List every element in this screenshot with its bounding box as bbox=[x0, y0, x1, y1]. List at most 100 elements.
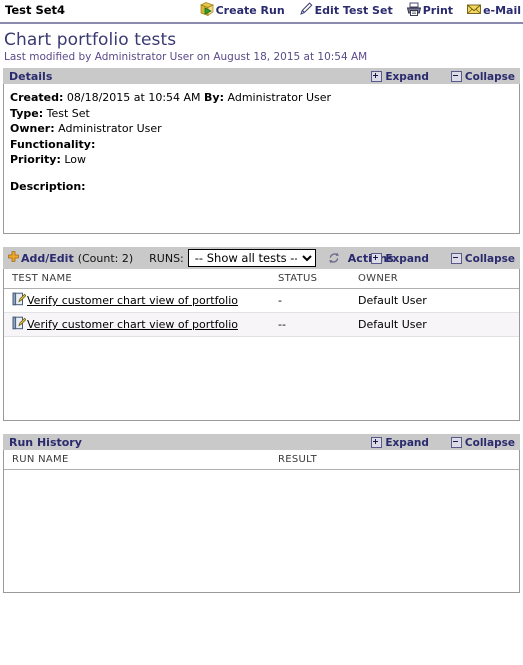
runs-label: RUNS: bbox=[149, 251, 184, 265]
run-history-panel-body: RUN NAME RESULT bbox=[3, 450, 520, 593]
run-history-col-run-name: RUN NAME bbox=[4, 450, 270, 470]
runs-filter-select[interactable]: -- Show all tests -- bbox=[187, 249, 316, 267]
tests-count: (Count: 2) bbox=[77, 251, 134, 265]
table-row[interactable]: Verify customer chart view of portfolio … bbox=[4, 288, 519, 313]
add-edit-label: Add/Edit bbox=[21, 251, 74, 265]
detail-priority-label: Priority: bbox=[10, 153, 61, 166]
detail-priority: Priority: Low bbox=[10, 152, 519, 168]
run-history-expand-button[interactable]: Expand bbox=[371, 437, 429, 449]
collapse-icon bbox=[450, 253, 462, 264]
add-edit-button[interactable]: Add/Edit bbox=[8, 251, 74, 265]
details-panel-controls: Expand Collapse bbox=[371, 68, 515, 85]
tests-collapse-label: Collapse bbox=[464, 252, 515, 265]
toolbar: Create Run Edit Test Set Print e-Mail bbox=[199, 1, 521, 20]
details-collapse-label: Collapse bbox=[464, 70, 515, 83]
tests-panel-body: TEST NAME STATUS OWNER Verify customer c… bbox=[3, 269, 520, 421]
details-panel-body: Created: 08/18/2015 at 10:54 AM By: Admi… bbox=[3, 84, 520, 234]
test-document-icon bbox=[12, 316, 27, 333]
expand-icon bbox=[371, 253, 383, 264]
pencil-icon bbox=[298, 1, 314, 20]
create-run-button[interactable]: Create Run bbox=[199, 1, 285, 20]
test-status-cell: - bbox=[270, 288, 350, 313]
tests-expand-label: Expand bbox=[385, 252, 429, 265]
create-run-label: Create Run bbox=[215, 4, 285, 17]
run-history-collapse-label: Collapse bbox=[464, 436, 515, 449]
run-history-collapse-button[interactable]: Collapse bbox=[450, 436, 515, 449]
collapse-icon bbox=[450, 437, 462, 448]
tests-table: TEST NAME STATUS OWNER Verify customer c… bbox=[4, 269, 519, 337]
run-history-col-result: RESULT bbox=[270, 450, 519, 470]
tests-col-status: STATUS bbox=[270, 269, 350, 289]
detail-description: Description: bbox=[10, 179, 519, 195]
detail-createdby-label: By: bbox=[204, 91, 225, 104]
bottom-spacer bbox=[0, 593, 523, 601]
detail-type-label: Type: bbox=[10, 106, 44, 120]
details-expand-button[interactable]: Expand bbox=[371, 71, 429, 83]
tests-collapse-button[interactable]: Collapse bbox=[450, 252, 515, 265]
run-history-expand-label: Expand bbox=[385, 436, 429, 449]
run-history-header-row: RUN NAME RESULT bbox=[4, 450, 519, 470]
tests-table-header-row: TEST NAME STATUS OWNER bbox=[4, 269, 519, 289]
run-history-panel-controls: Expand Collapse bbox=[371, 434, 515, 451]
test-document-icon bbox=[12, 292, 27, 309]
refresh-icon[interactable] bbox=[327, 251, 341, 265]
create-run-icon bbox=[199, 1, 215, 20]
tests-panel-header: Add/Edit (Count: 2) RUNS: -- Show all te… bbox=[3, 246, 520, 269]
run-history-panel-header: Run History Expand Collapse bbox=[3, 433, 520, 450]
collapse-icon bbox=[450, 71, 462, 82]
table-row[interactable]: Verify customer chart view of portfolio … bbox=[4, 312, 519, 337]
detail-created-label: Created: bbox=[10, 91, 64, 104]
details-header-label: Details bbox=[9, 69, 53, 83]
test-name-cell: Verify customer chart view of portfolio bbox=[4, 288, 270, 313]
run-history-panel: Run History Expand Collapse RUN NAME RES… bbox=[3, 433, 520, 593]
test-name-link[interactable]: Verify customer chart view of portfolio bbox=[27, 318, 238, 331]
envelope-icon bbox=[466, 1, 482, 20]
print-label: Print bbox=[422, 4, 454, 17]
edit-test-set-button[interactable]: Edit Test Set bbox=[298, 1, 393, 20]
details-collapse-button[interactable]: Collapse bbox=[450, 70, 515, 83]
detail-priority-value: Low bbox=[64, 153, 87, 166]
page-title: Chart portfolio tests bbox=[4, 30, 177, 50]
detail-owner: Owner: Administrator User bbox=[10, 121, 519, 137]
detail-owner-value: Administrator User bbox=[58, 122, 162, 135]
top-bar: Test Set4 Create Run Edit Test Set Print… bbox=[0, 0, 523, 24]
tests-expand-button[interactable]: Expand bbox=[371, 253, 429, 265]
test-name-cell: Verify customer chart view of portfolio bbox=[4, 312, 270, 337]
test-name-link[interactable]: Verify customer chart view of portfolio bbox=[27, 294, 238, 307]
detail-createdby-value: Administrator User bbox=[227, 91, 332, 104]
plus-icon bbox=[8, 251, 19, 265]
test-status-cell: -- bbox=[270, 312, 350, 337]
run-history-table: RUN NAME RESULT bbox=[4, 450, 519, 470]
page-header: Chart portfolio tests Last modified by A… bbox=[0, 24, 523, 67]
detail-type-value: Test Set bbox=[46, 106, 90, 120]
panel-separator-2 bbox=[0, 421, 523, 433]
detail-created: Created: 08/18/2015 at 10:54 AM By: Admi… bbox=[10, 90, 519, 106]
expand-icon bbox=[371, 71, 383, 82]
detail-functionality-label: Functionality: bbox=[10, 137, 96, 151]
page-subtitle: Last modified by Administrator User on A… bbox=[4, 51, 368, 63]
details-panel-header: Details Expand Collapse bbox=[3, 67, 520, 84]
window-title: Test Set4 bbox=[5, 3, 66, 17]
detail-owner-label: Owner: bbox=[10, 122, 55, 135]
detail-created-value: 08/18/2015 at 10:54 AM bbox=[66, 91, 201, 104]
detail-description-label: Description: bbox=[10, 179, 86, 193]
details-panel: Details Expand Collapse Created: 08/18/2… bbox=[3, 67, 520, 234]
test-owner-cell: Default User bbox=[350, 312, 519, 337]
printer-icon bbox=[406, 1, 422, 20]
email-label: e-Mail bbox=[483, 4, 521, 17]
detail-type: Type: Test Set bbox=[10, 106, 519, 122]
details-expand-label: Expand bbox=[385, 70, 429, 83]
test-owner-cell: Default User bbox=[350, 288, 519, 313]
print-button[interactable]: Print bbox=[406, 1, 453, 20]
tests-col-test-name: TEST NAME bbox=[4, 269, 270, 289]
tests-panel: Add/Edit (Count: 2) RUNS: -- Show all te… bbox=[3, 246, 520, 421]
run-history-header-label: Run History bbox=[9, 435, 82, 449]
expand-icon bbox=[371, 437, 383, 448]
detail-spacer bbox=[10, 168, 519, 179]
tests-panel-controls: Expand Collapse bbox=[371, 247, 515, 270]
detail-functionality: Functionality: bbox=[10, 137, 519, 153]
panel-separator-1 bbox=[0, 234, 523, 246]
email-button[interactable]: e-Mail bbox=[466, 1, 521, 20]
edit-test-set-label: Edit Test Set bbox=[314, 4, 393, 17]
tests-col-owner: OWNER bbox=[350, 269, 519, 289]
